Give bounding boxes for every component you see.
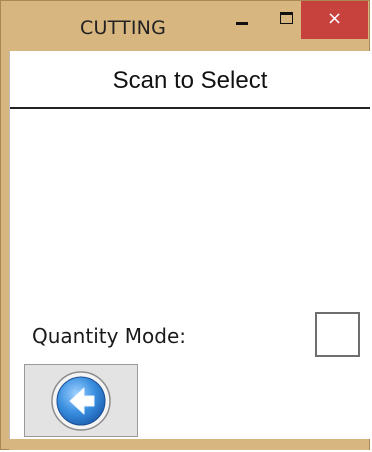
client-area: Scan to Select Quantity Mode: <box>9 51 370 439</box>
screen-header: Scan to Select <box>10 51 370 109</box>
close-icon: × <box>326 7 343 29</box>
quantity-mode-label: Quantity Mode: <box>32 324 187 348</box>
screen-title: Scan to Select <box>112 67 268 94</box>
quantity-mode-checkbox[interactable] <box>315 312 360 357</box>
maximize-button[interactable] <box>273 1 299 41</box>
minimize-icon <box>236 21 248 25</box>
minimize-button[interactable] <box>227 1 257 41</box>
app-window: CUTTING × Scan to Select Quantity Mode: <box>0 0 370 450</box>
window-title: CUTTING <box>80 17 166 39</box>
back-button[interactable] <box>24 364 138 437</box>
back-arrow-icon <box>51 370 111 431</box>
window-bottom-frame <box>9 439 369 450</box>
maximize-icon <box>279 12 293 24</box>
close-button[interactable]: × <box>301 1 368 39</box>
title-bar[interactable]: CUTTING × <box>1 1 369 51</box>
